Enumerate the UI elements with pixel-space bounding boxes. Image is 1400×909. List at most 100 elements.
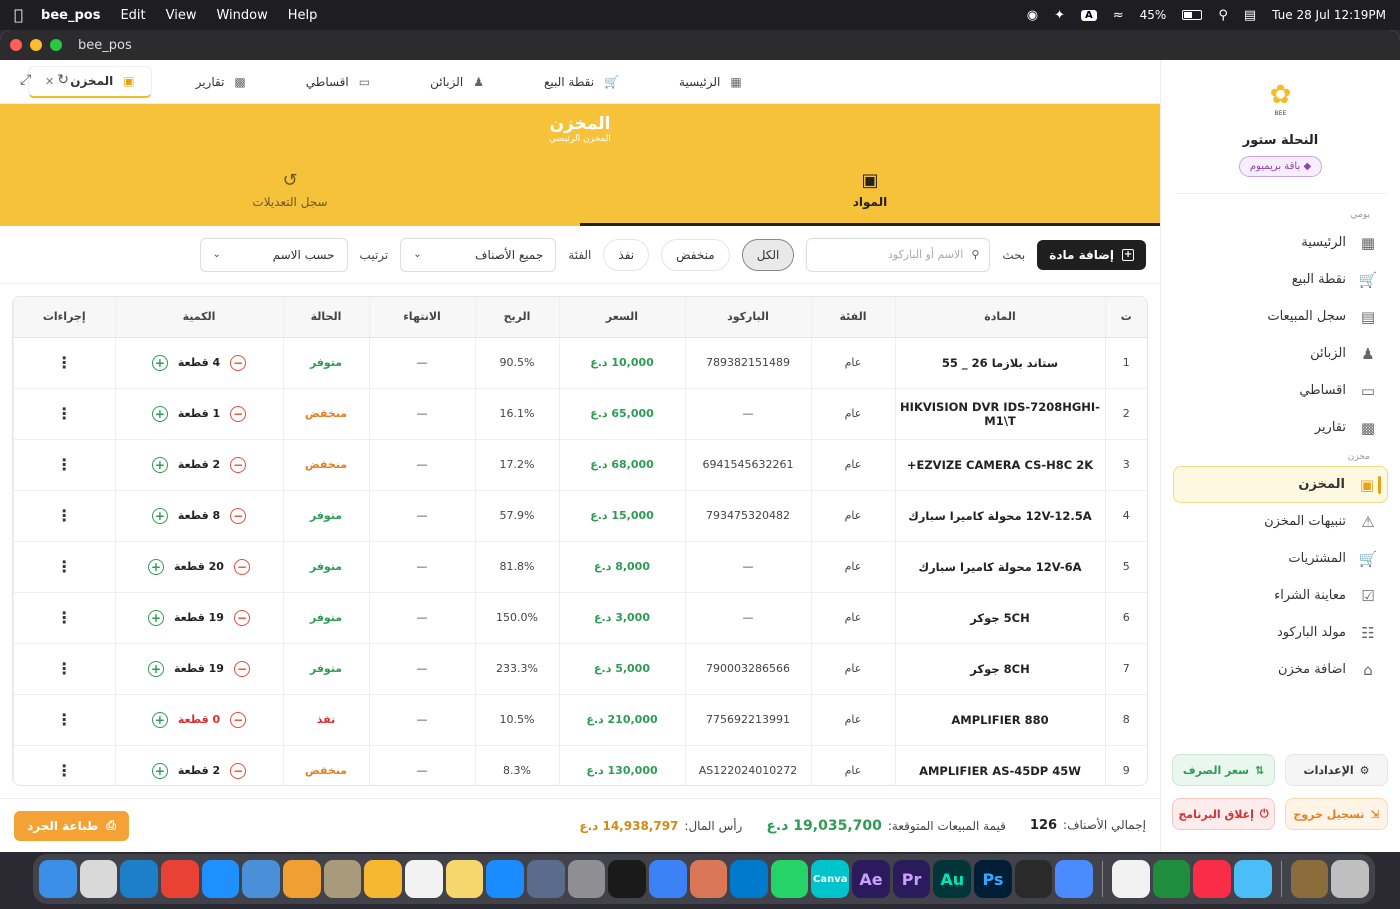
sidebar-item-warning[interactable]: ⚠ تنبيهات المخزن (1161, 503, 1400, 540)
minus-circle-icon[interactable]: − (230, 711, 247, 728)
menu-help[interactable]: Help (288, 8, 318, 23)
dock-edge-icon[interactable] (120, 860, 158, 898)
logout-button[interactable]: ⇲ تسجيل خروج (1285, 798, 1388, 830)
plus-circle-icon[interactable]: + (151, 354, 168, 371)
dock-pr-icon[interactable]: Pr (892, 860, 931, 898)
dock-trash-icon[interactable] (1331, 860, 1369, 898)
refresh-icon[interactable]: ↻ (57, 72, 69, 88)
menu-window[interactable]: Window (216, 8, 267, 23)
clock[interactable]: Tue 28 Jul 12:19PM (1272, 8, 1386, 22)
dock-ps-icon[interactable]: Ps (974, 860, 1012, 898)
more-vertical-icon[interactable]: ⋮ (56, 608, 72, 627)
more-vertical-icon[interactable]: ⋮ (56, 557, 72, 576)
dock-proxyman-icon[interactable] (1055, 860, 1094, 898)
minimize-window-button[interactable] (30, 39, 42, 51)
tab-pos[interactable]: 🛒 نقطة البيع (528, 66, 635, 98)
tab-reports[interactable]: ▩ تقارير (180, 66, 262, 98)
plus-circle-icon[interactable]: + (151, 405, 168, 422)
dock-music-icon[interactable] (1193, 860, 1232, 898)
dock-gemini-icon[interactable] (648, 860, 687, 898)
plan-badge[interactable]: ◆ باقة بريميوم (1238, 156, 1323, 177)
dock-whatsapp-icon[interactable] (770, 860, 809, 898)
table-row[interactable]: 6 5CH جوكر عام —3,000 د.ع 150.0% — متوفر −19 قط… (13, 592, 1147, 644)
sidebar-item-archive[interactable]: ▣ المخزن (1173, 466, 1388, 503)
plus-circle-icon[interactable]: + (148, 660, 165, 677)
minus-circle-icon[interactable]: − (230, 405, 247, 422)
dock-canva-icon[interactable]: Canva (811, 860, 850, 898)
dock-davinci-icon[interactable] (1014, 860, 1053, 898)
sidebar-item-users[interactable]: ♟ الزبائن (1161, 335, 1400, 372)
plus-circle-icon[interactable]: + (151, 711, 168, 728)
dock-finder-icon[interactable] (39, 860, 77, 898)
dock-settings-icon[interactable] (567, 860, 606, 898)
app-menu[interactable]: bee_pos (41, 8, 100, 23)
sidebar-item-card[interactable]: ▭ اقساطي (1161, 372, 1400, 409)
col-profit[interactable]: الربح (474, 297, 559, 338)
sparkle-icon[interactable]: ✦ (1054, 8, 1065, 23)
spotlight-icon[interactable]: ⚲ (1218, 8, 1228, 23)
dock-flutter-icon[interactable] (1234, 860, 1272, 898)
print-inventory-button[interactable]: ⎙ طباعة الجرد (14, 810, 129, 841)
sidebar-item-cart[interactable]: 🛒 نقطة البيع (1161, 261, 1400, 298)
control-center-icon[interactable]: ▤ (1244, 8, 1256, 23)
dock-numbers-icon[interactable] (1152, 860, 1191, 898)
col-expiry[interactable]: الانتهاء (368, 297, 475, 338)
minus-circle-icon[interactable]: − (230, 507, 247, 524)
menu-edit[interactable]: Edit (120, 8, 145, 23)
plus-circle-icon[interactable]: + (148, 558, 165, 575)
category-select[interactable]: جميع الأصناف ⌄ (400, 237, 557, 272)
dock-vs-code-icon[interactable] (730, 860, 768, 898)
dock-photos-icon[interactable] (282, 860, 321, 898)
tab-history[interactable]: ↺ سجل التعديلات (0, 166, 580, 226)
collapse-icon[interactable]: ⤢ (20, 72, 31, 88)
col-category[interactable]: الفئة (810, 297, 895, 338)
col-index[interactable]: ت (1104, 297, 1147, 338)
minus-circle-icon[interactable]: − (233, 660, 250, 677)
dock-reminders-icon[interactable] (404, 860, 443, 898)
minus-circle-icon[interactable]: − (230, 354, 247, 371)
dock-ae-icon[interactable]: Ae (852, 860, 890, 898)
col-item[interactable]: المادة (894, 297, 1105, 338)
table-row[interactable]: 2 HIKVISION DVR IDS-7208HGHI-M1\T عام —65,0… (13, 388, 1147, 440)
more-vertical-icon[interactable]: ⋮ (56, 506, 72, 525)
table-row[interactable]: 4 12V-12.5A محولة كاميرا سبارك عام 79347532… (13, 490, 1147, 542)
settings-button[interactable]: ⚙ الإعدادات (1285, 754, 1388, 786)
dock-archive-icon[interactable] (1290, 860, 1329, 898)
plus-circle-icon[interactable]: + (151, 507, 168, 524)
col-barcode[interactable]: الباركود (684, 297, 811, 338)
dock-chatgpt-icon[interactable] (608, 860, 646, 898)
tab-customers[interactable]: ♟ الزبائن (414, 66, 500, 98)
more-vertical-icon[interactable]: ⋮ (56, 710, 72, 729)
table-row[interactable]: 9 AMPLIFIER AS-45DP 45W عام AS122024010272 1… (13, 745, 1147, 785)
sidebar-item-chart[interactable]: ▩ تقارير (1161, 409, 1400, 446)
more-vertical-icon[interactable]: ⋮ (56, 404, 72, 423)
creative-cloud-icon[interactable]: ◉ (1027, 8, 1038, 23)
dock-text-icon[interactable] (1112, 860, 1150, 898)
plus-circle-icon[interactable]: + (151, 456, 168, 473)
filter-low-chip[interactable]: منخفض (661, 238, 730, 271)
zoom-window-button[interactable] (50, 39, 62, 51)
filter-all-chip[interactable]: الكل (741, 238, 795, 271)
battery-icon[interactable] (1182, 10, 1203, 20)
table-row[interactable]: 3 EZVIZE CAMERA CS-H8C 2K+ عام 694154563226… (13, 439, 1147, 491)
close-window-button[interactable] (10, 39, 22, 51)
sidebar-item-warehouse[interactable]: ⌂ اضافة مخزن (1161, 651, 1400, 688)
table-row[interactable]: 1 ستاند بلازما 26 _ 55 عام 789382151489 10,0… (13, 337, 1147, 389)
wifi-icon[interactable]: ≈ (1113, 8, 1124, 23)
table-row[interactable]: 7 8CH جوكر عام 790003286566 5,000 د.ع 233.3% —… (13, 643, 1147, 695)
add-item-button[interactable]: + إضافة مادة (1037, 239, 1146, 270)
col-price[interactable]: السعر (558, 297, 685, 338)
tab-home[interactable]: ▦ الرئيسية (663, 66, 758, 98)
plus-circle-icon[interactable]: + (148, 609, 165, 626)
filter-out-chip[interactable]: نفذ (603, 238, 650, 271)
sidebar-item-grid[interactable]: ▦ الرئيسية (1161, 224, 1400, 261)
input-source-icon[interactable]: A (1080, 9, 1097, 21)
minus-circle-icon[interactable]: − (233, 558, 250, 575)
dock-chrome-icon[interactable] (160, 860, 199, 898)
sidebar-item-receipt[interactable]: ▤ سجل المبيعات (1161, 298, 1400, 335)
search-input[interactable]: ⚲ الاسم أو الباركود (806, 237, 991, 272)
dock-safari-icon[interactable] (201, 860, 240, 898)
dock-notes-icon[interactable] (445, 860, 484, 898)
dock-simulator-icon[interactable] (526, 860, 565, 898)
dock-app-store-icon[interactable] (486, 860, 524, 898)
